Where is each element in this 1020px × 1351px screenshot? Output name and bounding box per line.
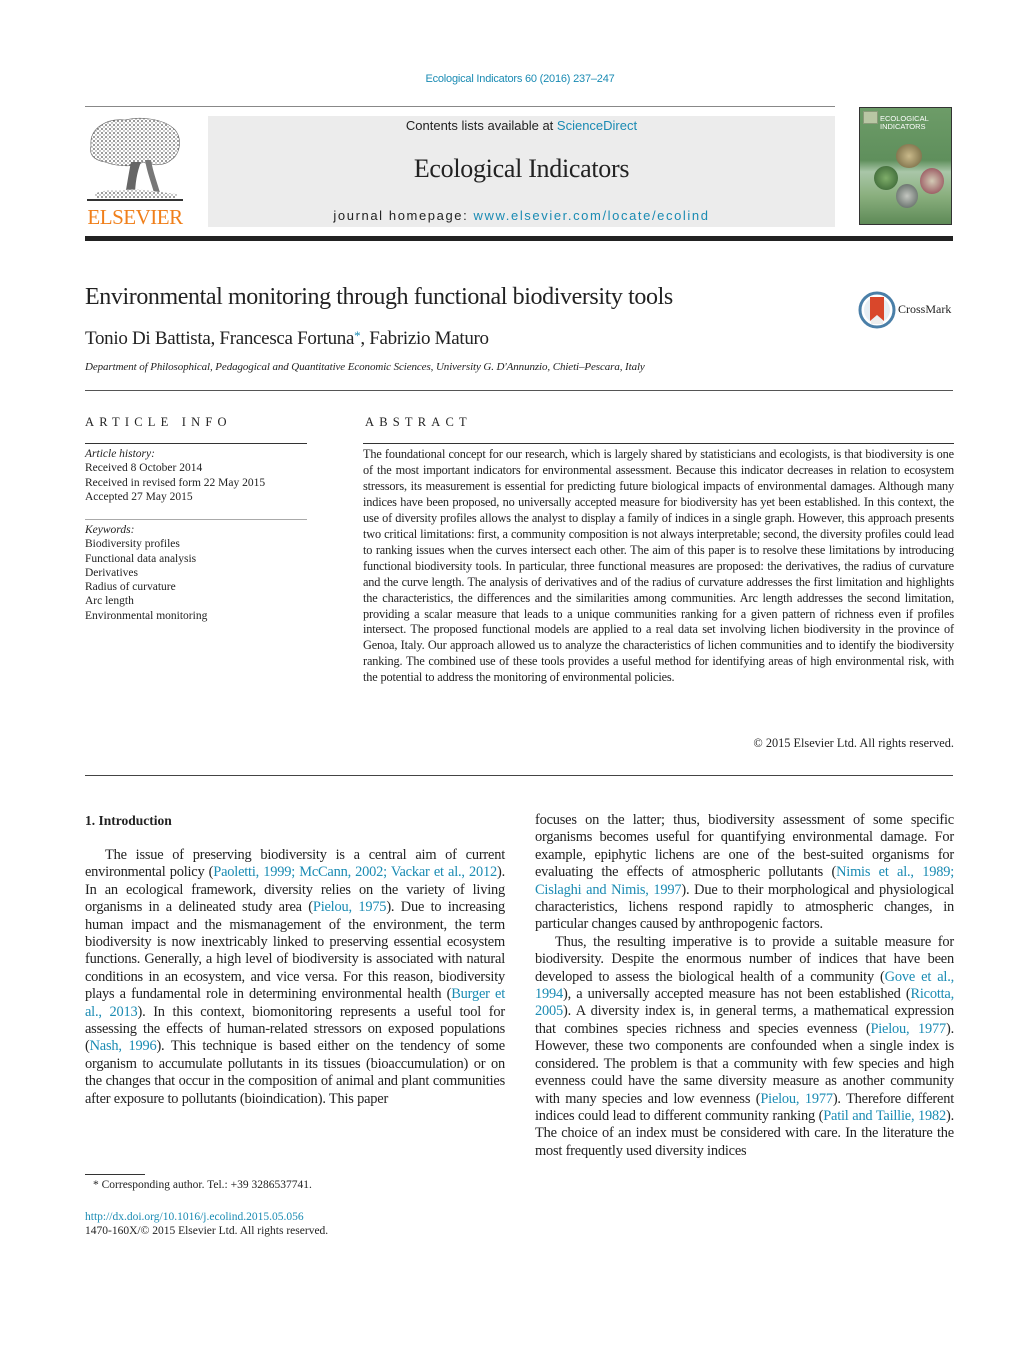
journal-homepage-link[interactable]: www.elsevier.com/locate/ecolind [474,208,710,223]
citation-link[interactable]: Patil and Taillie, 1982 [823,1108,946,1124]
history-item: Accepted 27 May 2015 [85,490,193,503]
keywords-heading: Keywords: [85,524,135,536]
header-thick-rule [85,236,953,241]
cover-image-moss [874,166,898,190]
abstract-text: The foundational concept for our researc… [363,447,954,685]
elsevier-logo[interactable]: ELSEVIER [85,116,185,228]
homepage-prefix: journal homepage: [333,208,474,223]
journal-citation-link[interactable]: Ecological Indicators 60 (2016) 237–247 [0,73,1020,85]
crossmark-label: CrossMark [898,302,952,316]
footnote-rule [85,1174,145,1175]
author-name[interactable]: Tonio Di Battista [85,328,211,349]
citation-link[interactable]: Paoletti, 1999; McCann, 2002; Vackar et … [213,864,497,880]
author-affiliation: Department of Philosophical, Pedagogical… [85,361,645,373]
abstract-end-rule [85,775,953,776]
cover-title-line2: INDICATORS [880,122,926,131]
citation-link[interactable]: Nash, 1996 [90,1038,157,1054]
body-column-left: The issue of preserving biodiversity is … [85,847,505,1108]
homepage-line: journal homepage: www.elsevier.com/locat… [208,208,835,223]
contents-line: Contents lists available at ScienceDirec… [208,118,835,133]
author-name[interactable]: Francesca Fortuna [219,328,354,349]
keywords-rule [85,519,307,520]
abstract-rule [363,443,954,444]
keyword-item: Functional data analysis [85,552,197,565]
elsevier-tree-icon [87,117,183,201]
abstract-heading: ABSTRACT [365,415,472,429]
section-heading-introduction: 1. Introduction [85,813,172,828]
keyword-item: Arc length [85,595,134,608]
header-rule [85,106,835,107]
affiliation-rule [85,390,953,391]
elsevier-wordmark: ELSEVIER [87,205,183,229]
cover-image-tree [920,168,944,194]
corresponding-author-footnote: * Corresponding author. Tel.: +39 328653… [93,1179,312,1191]
citation-link[interactable]: Pielou, 1977 [870,1021,946,1037]
history-item: Received in revised form 22 May 2015 [85,476,266,489]
intro-paragraph-continued: focuses on the latter; thus, biodiversit… [535,812,954,934]
doi-link[interactable]: http://dx.doi.org/10.1016/j.ecolind.2015… [85,1211,304,1223]
article-history: Article history: Received 8 October 2014… [85,447,265,504]
keyword-item: Derivatives [85,566,139,579]
article-info-heading: ARTICLE INFO [85,415,232,429]
issn-copyright: 1470-160X/© 2015 Elsevier Ltd. All right… [85,1225,329,1237]
sciencedirect-link[interactable]: ScienceDirect [557,118,637,133]
author-list: Tonio Di Battista, Francesca Fortuna*, F… [85,328,489,350]
contents-prefix: Contents lists available at [405,118,557,133]
author-separator: , [360,328,370,349]
journal-name: Ecological Indicators [413,154,630,183]
abstract-copyright: © 2015 Elsevier Ltd. All rights reserved… [753,736,954,750]
cover-title: ECOLOGICAL INDICATORS [880,115,929,131]
intro-paragraph: The issue of preserving biodiversity is … [85,847,505,1108]
body-text: ), a universally accepted measure has no… [562,986,911,1003]
article-history-heading: Article history: [85,448,155,460]
article-title: Environmental monitoring through functio… [85,284,673,310]
citation-link[interactable]: Pielou, 1975 [313,899,387,915]
body-column-right: focuses on the latter; thus, biodiversit… [535,812,954,1160]
keyword-item: Environmental monitoring [85,609,208,622]
cover-image-rock [896,144,922,168]
keyword-item: Biodiversity profiles [85,538,180,551]
history-item: Received 8 October 2014 [85,462,203,475]
intro-paragraph: Thus, the resulting imperative is to pro… [535,934,954,1160]
crossmark-badge[interactable]: CrossMark [858,291,958,329]
author-name[interactable]: Fabrizio Maturo [369,328,489,349]
keywords-list: Keywords: Biodiversity profiles Function… [85,523,207,623]
cover-publisher-badge [863,111,878,124]
article-info-rule [85,443,307,444]
journal-cover-thumbnail[interactable]: ECOLOGICAL INDICATORS [859,107,952,225]
citation-link[interactable]: Pielou, 1977 [760,1091,833,1107]
journal-masthead: Contents lists available at ScienceDirec… [208,116,835,227]
keyword-item: Radius of curvature [85,581,176,594]
cover-image-lab [896,184,918,208]
crossmark-icon [858,291,896,329]
